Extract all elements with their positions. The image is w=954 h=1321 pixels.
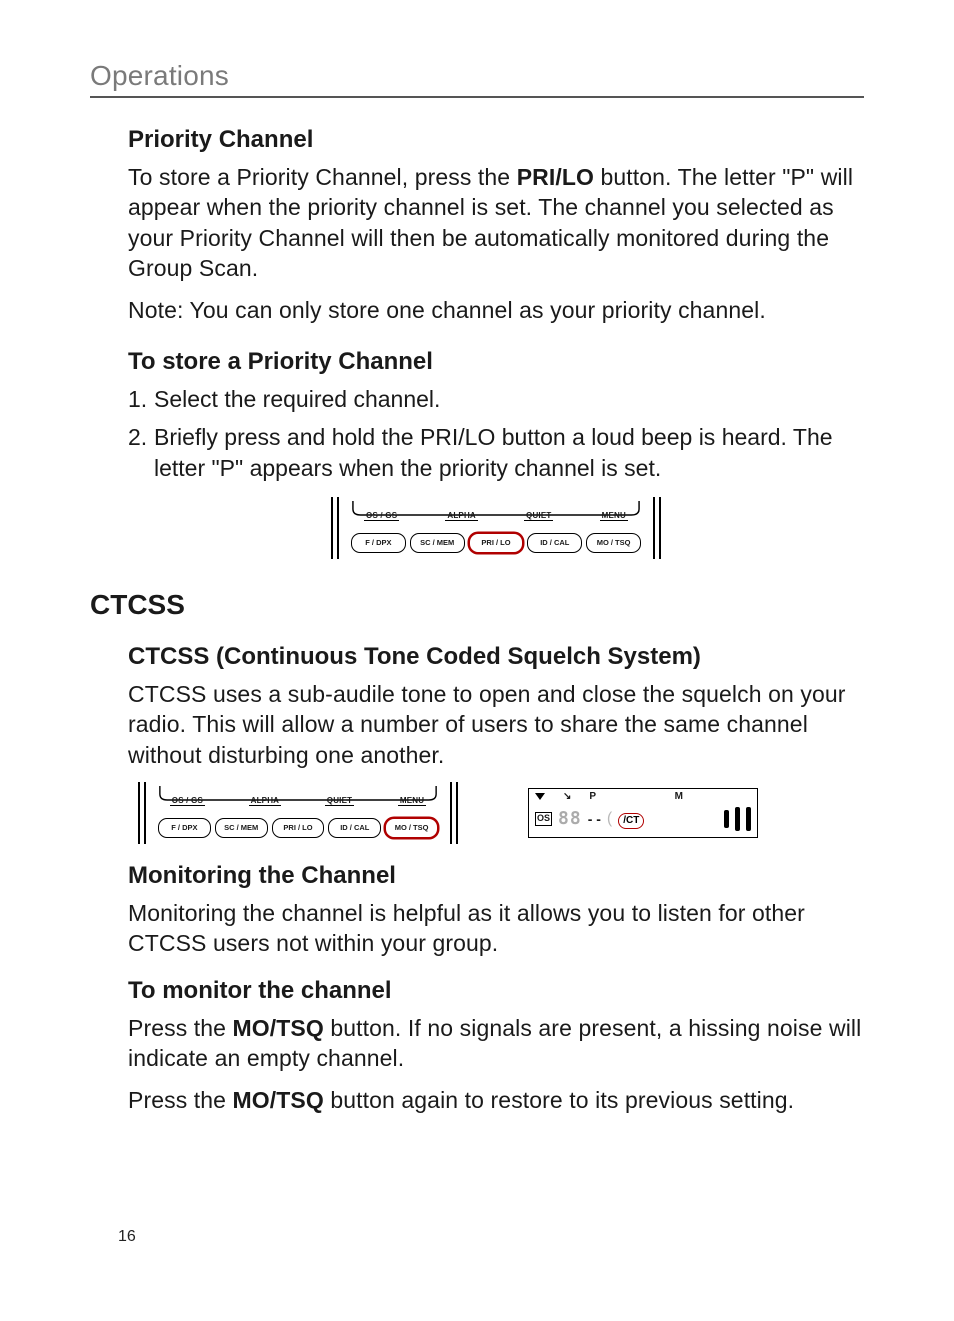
- lcd-p-indicator: P: [589, 791, 596, 802]
- ctcss-description: CTCSS uses a sub-audile tone to open and…: [128, 679, 864, 770]
- figure-row-ctcss: OS / GS ALPHA QUIET MENU F / DPX SC / ME…: [128, 782, 864, 844]
- page-number: 16: [118, 1228, 136, 1246]
- btn-f-dpx: F / DPX: [351, 533, 406, 553]
- btn-id-cal: ID / CAL: [527, 533, 582, 553]
- bar-icon: [735, 807, 740, 831]
- btn-mo-tsq: MO / TSQ: [586, 533, 641, 553]
- panel-top-labels: OS / GS ALPHA QUIET MENU: [341, 511, 651, 521]
- label-alpha: ALPHA: [249, 796, 282, 806]
- heading-ctcss: CTCSS: [90, 589, 864, 621]
- btn-id-cal: ID / CAL: [328, 818, 381, 838]
- bar-icon: [724, 810, 729, 828]
- priority-description: To store a Priority Channel, press the P…: [128, 162, 864, 283]
- label-os-gs: OS / GS: [364, 511, 399, 521]
- lcd-signal-bars: [724, 807, 751, 831]
- btn-sc-mem: SC / MEM: [215, 818, 268, 838]
- lcd-top-row: ↘ P M: [535, 791, 751, 802]
- btn-f-dpx: F / DPX: [158, 818, 211, 838]
- bold-mo-tsq: MO/TSQ: [233, 1015, 324, 1041]
- heading-to-monitor: To monitor the channel: [128, 977, 864, 1005]
- figure-button-panel-prilo: OS / GS ALPHA QUIET MENU F / DPX SC / ME…: [128, 497, 864, 559]
- text: Select the required channel.: [154, 386, 440, 412]
- lcd-display: ↘ P M OS 88 - - ( /CT: [528, 788, 758, 838]
- list-item: 2.Briefly press and hold the PRI/LO butt…: [128, 422, 864, 483]
- monitoring-description: Monitoring the channel is helpful as it …: [128, 898, 864, 959]
- lcd-dashes: - -: [588, 811, 601, 827]
- down-triangle-icon: [535, 793, 545, 800]
- bold-pri-lo: PRI/LO: [517, 164, 594, 190]
- lcd-mid-row: OS 88 - - ( /CT: [535, 805, 751, 833]
- panel-top-labels: OS / GS ALPHA QUIET MENU: [148, 796, 448, 806]
- priority-steps: 1.Select the required channel. 2.Briefly…: [128, 384, 864, 483]
- text: button again to restore to its previous …: [324, 1087, 794, 1113]
- list-item: 1.Select the required channel.: [128, 384, 864, 414]
- to-monitor-p2: Press the MO/TSQ button again to restore…: [128, 1085, 864, 1115]
- bold-mo-tsq: MO/TSQ: [233, 1087, 324, 1113]
- btn-pri-lo: PRI / LO: [272, 818, 325, 838]
- button-panel: OS / GS ALPHA QUIET MENU F / DPX SC / ME…: [331, 497, 661, 559]
- text: Briefly press and hold the: [154, 424, 420, 450]
- running-head: Operations: [90, 60, 864, 98]
- heading-priority-channel: Priority Channel: [128, 126, 864, 154]
- lcd-segment-digits: 88: [558, 808, 582, 829]
- text: To store a Priority Channel, press the: [128, 164, 517, 190]
- heading-monitoring: Monitoring the Channel: [128, 862, 864, 890]
- bar-icon: [746, 807, 751, 831]
- btn-sc-mem: SC / MEM: [410, 533, 465, 553]
- heading-store-priority: To store a Priority Channel: [128, 348, 864, 376]
- label-quiet: QUIET: [524, 511, 553, 521]
- label-menu: MENU: [398, 796, 426, 806]
- lcd-ct-badge-highlighted: /CT: [618, 813, 644, 829]
- panel-button-row: F / DPX SC / MEM PRI / LO ID / CAL MO / …: [351, 533, 641, 553]
- priority-note: Note: You can only store one channel as …: [128, 295, 864, 325]
- text: Press the: [128, 1087, 233, 1113]
- button-panel: OS / GS ALPHA QUIET MENU F / DPX SC / ME…: [138, 782, 458, 844]
- btn-pri-lo-highlighted: PRI / LO: [469, 533, 524, 553]
- heading-ctcss-full: CTCSS (Continuous Tone Coded Squelch Sys…: [128, 643, 864, 671]
- panel-button-row: F / DPX SC / MEM PRI / LO ID / CAL MO / …: [158, 818, 438, 838]
- antenna-icon: ↘: [563, 791, 571, 802]
- label-alpha: ALPHA: [445, 511, 478, 521]
- label-menu: MENU: [600, 511, 628, 521]
- to-monitor-p1: Press the MO/TSQ button. If no signals a…: [128, 1013, 864, 1074]
- label-quiet: QUIET: [325, 796, 354, 806]
- lcd-os-badge: OS: [535, 812, 552, 826]
- bold-pri-lo: PRI/LO: [420, 424, 495, 450]
- lcd-m-indicator: M: [675, 791, 683, 802]
- btn-mo-tsq-highlighted: MO / TSQ: [385, 818, 438, 838]
- text: Press the: [128, 1015, 233, 1041]
- label-os-gs: OS / GS: [170, 796, 205, 806]
